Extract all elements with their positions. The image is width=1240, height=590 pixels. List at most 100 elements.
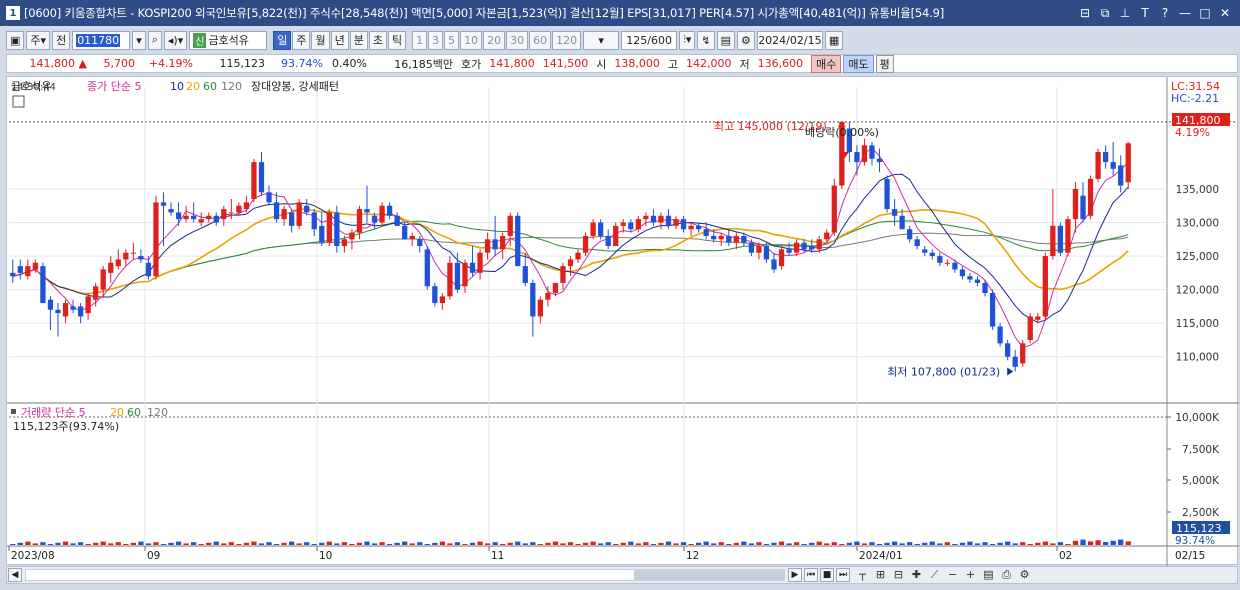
- stock-name-field[interactable]: 신 금호석유: [189, 30, 268, 50]
- period-tab-4[interactable]: 분: [349, 30, 368, 50]
- low-price: 136,600: [757, 57, 804, 70]
- candle-body: [680, 219, 687, 230]
- chart-area[interactable]: 135,000 130,000 125,000 120,000 115,000 110,0…: [6, 76, 1239, 566]
- interval-button-3[interactable]: 3: [428, 30, 444, 50]
- candle-type-icon[interactable]: ⫶▾: [679, 30, 696, 50]
- candle-body: [582, 235, 589, 253]
- zoom-in-icon[interactable]: +: [963, 568, 978, 582]
- date-input[interactable]: 2024/02/15: [756, 30, 823, 50]
- window-control-6[interactable]: □: [1198, 6, 1212, 21]
- volume-bar: [914, 544, 920, 545]
- candle-body: [899, 215, 905, 230]
- speaker-icon[interactable]: ◂)▾: [163, 30, 188, 50]
- draw-line-icon[interactable]: ⟋: [927, 568, 942, 582]
- count-input[interactable]: 125/600: [621, 30, 678, 50]
- interval-button-1[interactable]: 1: [412, 30, 428, 50]
- x-axis-label: 09: [147, 550, 160, 562]
- window-split-icon[interactable]: ⊟: [891, 568, 906, 582]
- volume-bar: [447, 543, 453, 545]
- volume-bar: [560, 543, 566, 545]
- interval-select[interactable]: ▾: [583, 30, 620, 50]
- code-dropdown-icon[interactable]: ▾: [132, 30, 146, 50]
- volume-bar: [108, 543, 114, 545]
- volume-bar: [32, 543, 39, 545]
- scroll-left-button[interactable]: ◀: [8, 568, 22, 582]
- save-icon[interactable]: ▤: [716, 30, 736, 50]
- stop-button[interactable]: ■: [820, 568, 834, 582]
- volume-bar: [846, 542, 853, 545]
- interval-button-30[interactable]: 30: [506, 30, 529, 50]
- rewind-button[interactable]: ⏮: [804, 568, 818, 582]
- zoom-slider-icon[interactable]: ┬: [855, 568, 870, 582]
- interval-button-5[interactable]: 5: [444, 30, 460, 50]
- volume-bar: [711, 543, 717, 545]
- interval-button-10[interactable]: 10: [460, 30, 483, 50]
- volume-bar: [409, 543, 415, 545]
- scroll-right-button[interactable]: ▶: [788, 568, 802, 582]
- period-tab-0[interactable]: 일: [273, 30, 292, 50]
- candle-body: [801, 242, 807, 250]
- candle-body: [10, 272, 16, 277]
- candle-body: [891, 209, 898, 216]
- flat-button[interactable]: 평: [875, 54, 894, 73]
- ask-price-2: 141,500: [542, 57, 589, 70]
- scroll-thumb[interactable]: [634, 570, 784, 580]
- volume-tick-label: 10,000K: [1175, 412, 1220, 424]
- last-pct-label: 4.19%: [1175, 126, 1210, 139]
- gear-icon[interactable]: ⚙: [737, 30, 755, 50]
- window-icon[interactable]: 1: [6, 6, 20, 20]
- volume-bar: [1080, 539, 1086, 545]
- period-tab-2[interactable]: 월: [311, 30, 330, 50]
- period-tab-1[interactable]: 주: [292, 30, 311, 50]
- layout-grid-icon[interactable]: ⊞: [873, 568, 888, 582]
- candle-body: [658, 215, 664, 223]
- print-icon[interactable]: ⎙: [999, 568, 1014, 582]
- candle-body: [288, 212, 295, 226]
- table-icon[interactable]: ▤: [981, 568, 996, 582]
- candle-body: [273, 202, 280, 220]
- window-title: [0600] 키움종합차트 - KOSPI200 외국인보유[5,822(천)]…: [24, 6, 944, 20]
- candle-body: [432, 286, 438, 304]
- period-tab-3[interactable]: 년: [330, 30, 349, 50]
- calendar-icon[interactable]: ▦: [824, 30, 844, 50]
- window-control-7[interactable]: ✕: [1218, 6, 1232, 21]
- stock-code-input[interactable]: 011780: [72, 30, 131, 50]
- pattern-label: 장대양봉, 강세패턴: [251, 80, 339, 93]
- candle-body: [967, 276, 973, 280]
- indicator-icon[interactable]: ↯: [697, 30, 715, 50]
- sell-button[interactable]: 매도: [843, 54, 874, 73]
- scroll-track[interactable]: [25, 569, 785, 581]
- prev-button[interactable]: 전: [52, 30, 71, 50]
- price-chart[interactable]: 135,000 130,000 125,000 120,000 115,000 110,0…: [7, 77, 1239, 566]
- zoom-out-icon[interactable]: −: [945, 568, 960, 582]
- volume-bar: [304, 542, 310, 545]
- volume-bar: [786, 543, 792, 545]
- interval-button-60[interactable]: 60: [529, 30, 552, 50]
- volume-bar: [191, 542, 197, 545]
- period-main-select[interactable]: 주 ▾: [26, 30, 51, 50]
- crosshair-icon[interactable]: ✚: [909, 568, 924, 582]
- period-tab-6[interactable]: 틱: [387, 30, 407, 50]
- volume-bar: [590, 541, 596, 545]
- overlay-tag: 14:30:44: [11, 82, 56, 93]
- volume-bar: [1050, 543, 1056, 545]
- volume-bar: [907, 542, 913, 545]
- window-control-0[interactable]: ⊟: [1078, 6, 1092, 21]
- interval-button-20[interactable]: 20: [483, 30, 506, 50]
- candle-body: [929, 252, 935, 257]
- buy-button[interactable]: 매수: [811, 54, 842, 73]
- window-control-1[interactable]: ⧉: [1098, 6, 1112, 21]
- candle-body: [1020, 343, 1026, 364]
- volume-bar: [613, 544, 619, 545]
- forward-button[interactable]: ⏭: [836, 568, 850, 582]
- window-control-3[interactable]: T: [1138, 6, 1152, 21]
- interval-button-120[interactable]: 120: [552, 30, 582, 50]
- settings-icon[interactable]: ⚙: [1017, 568, 1032, 582]
- search-icon[interactable]: ⌕: [147, 30, 162, 50]
- volume-bar: [492, 542, 498, 545]
- period-tab-5[interactable]: 초: [368, 30, 387, 50]
- window-control-5[interactable]: —: [1178, 6, 1192, 21]
- window-control-4[interactable]: ?: [1158, 6, 1172, 21]
- layout-icon[interactable]: ▣: [6, 30, 25, 50]
- window-control-2[interactable]: ⊥: [1118, 6, 1132, 21]
